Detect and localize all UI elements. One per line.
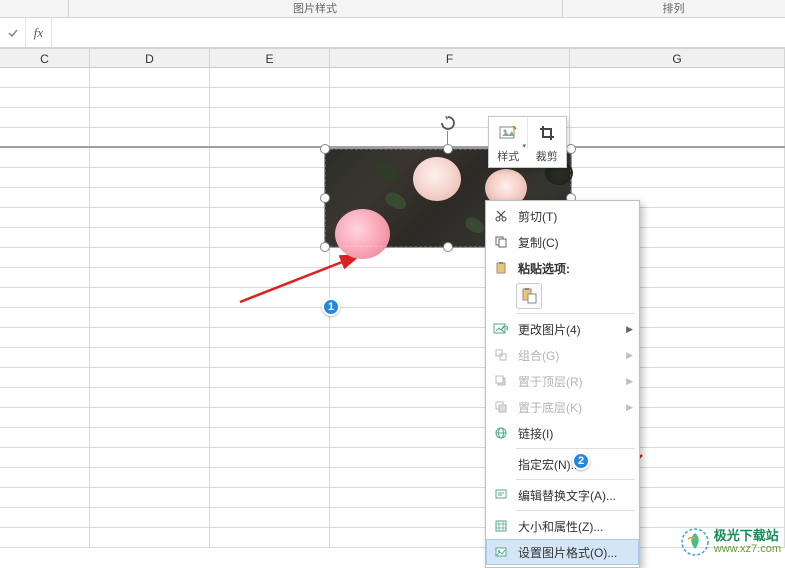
ribbon-section-picture-styles: 图片样式 [70, 0, 560, 16]
mini-toolbar: ▾ 样式 裁剪 [488, 116, 567, 168]
paste-options-row [486, 281, 639, 311]
col-header-g[interactable]: G [570, 49, 785, 67]
resize-handle[interactable] [320, 242, 330, 252]
menu-format-picture[interactable]: 设置图片格式(O)... [486, 539, 639, 565]
watermark-url: www.xz7.com [714, 543, 781, 556]
submenu-arrow-icon: ▶ [626, 324, 633, 335]
submenu-arrow-icon: ▶ [626, 376, 633, 387]
group-icon [490, 345, 512, 365]
resize-handle[interactable] [320, 193, 330, 203]
watermark: 极光下载站 www.xz7.com [680, 527, 781, 557]
format-picture-icon [490, 542, 512, 562]
menu-change-picture[interactable]: 更改图片(4) ▶ [486, 316, 639, 342]
menu-paste-options-header: 粘贴选项: [486, 255, 639, 281]
resize-handle[interactable] [443, 242, 453, 252]
col-header-f[interactable]: F [330, 49, 570, 67]
col-header-c[interactable]: C [0, 49, 90, 67]
style-label: 样式 [489, 149, 528, 167]
ribbon-section-arrange: 排列 [562, 0, 785, 16]
formula-input[interactable] [52, 18, 785, 47]
annotation-badge-1: 1 [322, 298, 340, 316]
menu-edit-alt-text[interactable]: 编辑替换文字(A)... [486, 482, 639, 508]
menu-bring-front: 置于顶层(R) ▶ [486, 368, 639, 394]
copy-icon [490, 232, 512, 252]
rotate-connector [447, 131, 448, 144]
ribbon-fragment: 图片样式 排列 [0, 0, 785, 18]
spreadsheet-grid[interactable] [0, 68, 785, 563]
clipboard-icon [490, 258, 512, 278]
style-button[interactable]: ▾ [489, 117, 527, 149]
scissors-icon [490, 206, 512, 226]
menu-cut[interactable]: 剪切(T) [486, 203, 639, 229]
formula-bar: fx [0, 18, 785, 48]
menu-send-back: 置于底层(K) ▶ [486, 394, 639, 420]
link-icon [490, 423, 512, 443]
menu-link[interactable]: 链接(I) [486, 420, 639, 446]
column-headers: C D E F G [0, 48, 785, 68]
crop-label: 裁剪 [528, 149, 567, 167]
bring-front-icon [490, 371, 512, 391]
formula-confirm-button[interactable] [0, 18, 26, 47]
paste-option-button[interactable] [516, 283, 542, 309]
picture-content [383, 190, 409, 212]
context-menu: 剪切(T) 复制(C) 粘贴选项: 更改图片(4) ▶ 组合(G) ▶ 置于顶层… [485, 200, 640, 568]
resize-handle[interactable] [443, 144, 453, 154]
submenu-arrow-icon: ▶ [626, 350, 633, 361]
annotation-badge-2: 2 [572, 452, 590, 470]
menu-copy[interactable]: 复制(C) [486, 229, 639, 255]
watermark-title: 极光下载站 [714, 528, 781, 544]
picture-content [335, 209, 390, 259]
watermark-logo-icon [680, 527, 710, 557]
picture-content [463, 215, 487, 235]
crop-button[interactable] [527, 117, 566, 149]
picture-content [373, 160, 402, 185]
resize-handle[interactable] [566, 144, 576, 154]
change-picture-icon [490, 319, 512, 339]
fx-button[interactable]: fx [26, 18, 52, 47]
menu-size-properties[interactable]: 大小和属性(Z)... [486, 513, 639, 539]
submenu-arrow-icon: ▶ [626, 402, 633, 413]
col-header-e[interactable]: E [210, 49, 330, 67]
menu-assign-macro[interactable]: 指定宏(N)... [486, 451, 639, 477]
col-header-d[interactable]: D [90, 49, 210, 67]
rotate-handle-icon[interactable] [439, 114, 457, 132]
resize-handle[interactable] [320, 144, 330, 154]
send-back-icon [490, 397, 512, 417]
size-properties-icon [490, 516, 512, 536]
menu-group: 组合(G) ▶ [486, 342, 639, 368]
picture-content [413, 157, 461, 201]
alt-text-icon [490, 485, 512, 505]
